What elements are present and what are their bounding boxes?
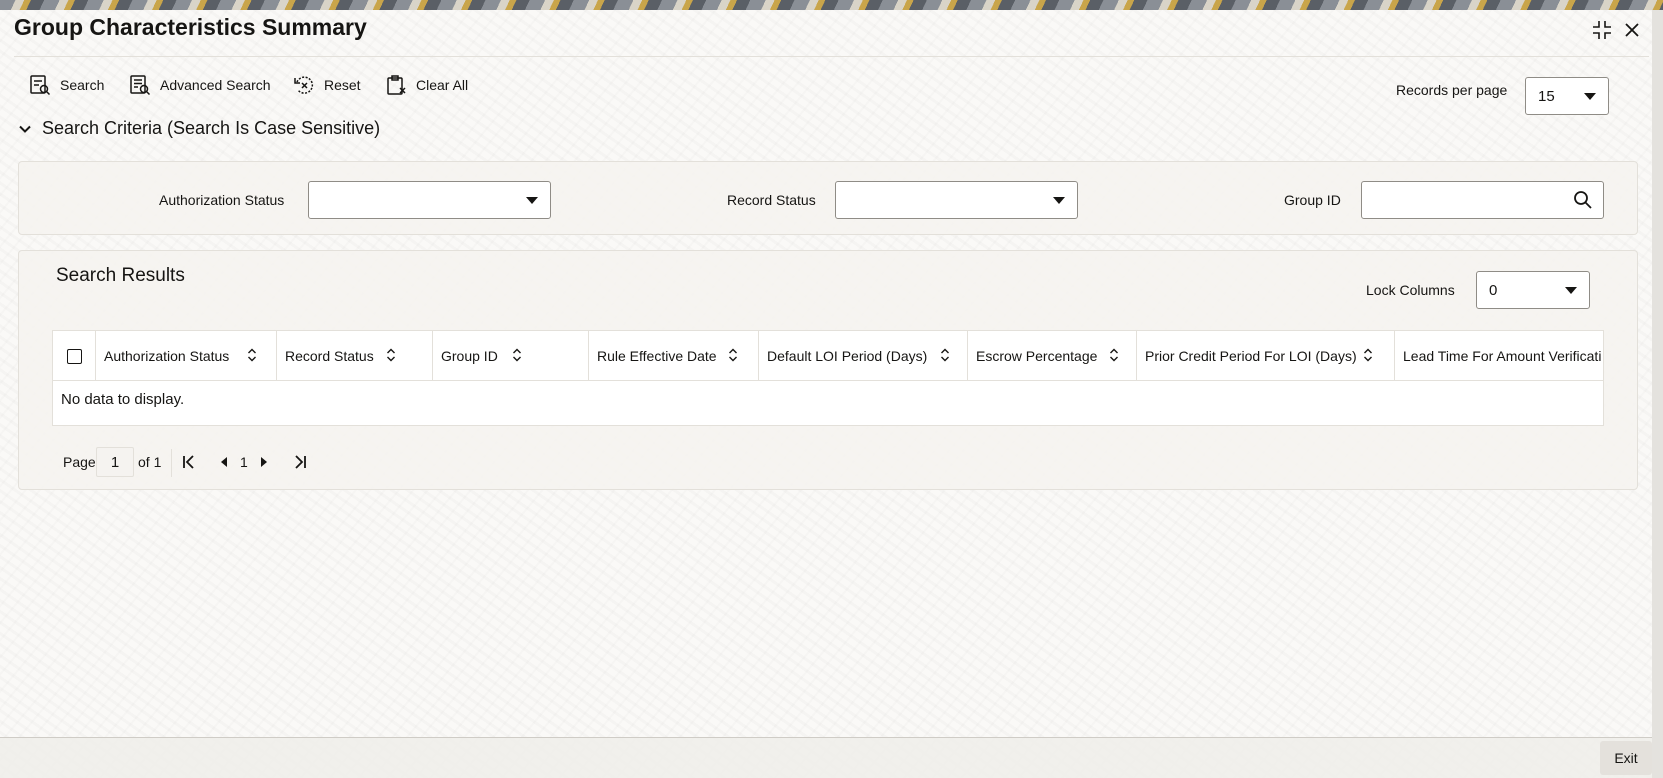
- group-id-label: Group ID: [1284, 192, 1341, 208]
- caret-left-icon: [221, 457, 227, 467]
- column-header-prior-credit-period[interactable]: Prior Credit Period For LOI (Days): [1137, 331, 1395, 381]
- select-all-cell: [53, 331, 96, 381]
- record-status-select[interactable]: [835, 181, 1078, 219]
- sort-icon: [248, 348, 256, 362]
- select-all-checkbox[interactable]: [67, 348, 82, 364]
- caret-right-icon: [261, 457, 267, 467]
- records-per-page-label: Records per page: [1396, 82, 1508, 98]
- search-button[interactable]: Search: [28, 68, 104, 102]
- previous-page-button[interactable]: [214, 452, 234, 472]
- sort-icon: [513, 348, 521, 362]
- advanced-search-button[interactable]: Advanced Search: [128, 68, 271, 102]
- search-criteria-header: Search Criteria (Search Is Case Sensitiv…: [42, 118, 381, 138]
- column-header-label: Group ID: [441, 348, 498, 364]
- column-header-label: Prior Credit Period For LOI (Days): [1145, 348, 1357, 364]
- header-divider: [14, 56, 1649, 57]
- clear-all-button[interactable]: Clear All: [384, 68, 468, 102]
- sort-icon: [387, 348, 395, 362]
- column-header-escrow-percentage[interactable]: Escrow Percentage: [968, 331, 1137, 381]
- close-icon: [1625, 23, 1639, 37]
- clear-all-button-label: Clear All: [416, 77, 469, 93]
- page-total-label: of 1: [138, 454, 162, 470]
- last-page-icon: [295, 455, 306, 469]
- column-header-label: Default LOI Period (Days): [767, 348, 928, 364]
- records-per-page-select[interactable]: 15: [1525, 77, 1609, 115]
- minimize-window-button[interactable]: [1588, 16, 1616, 44]
- current-page-input[interactable]: 1: [96, 447, 134, 477]
- window-gutter: [1652, 10, 1663, 778]
- advanced-search-button-label: Advanced Search: [160, 77, 271, 93]
- column-header-label: Escrow Percentage: [976, 348, 1098, 364]
- column-header-label: Authorization Status: [104, 348, 230, 364]
- first-page-icon: [183, 455, 194, 469]
- reset-button-label: Reset: [324, 77, 361, 93]
- chevron-down-icon: [1565, 287, 1577, 294]
- collapse-icon: [1593, 21, 1611, 39]
- column-header-authorization-status[interactable]: Authorization Status: [96, 331, 277, 381]
- search-button-label: Search: [60, 77, 105, 93]
- sort-icon: [941, 348, 949, 362]
- column-header-label: Lead Time For Amount Verificati: [1403, 348, 1602, 364]
- chevron-down-icon: [1584, 93, 1596, 100]
- clear-all-icon: [387, 75, 406, 95]
- column-header-rule-effective-date[interactable]: Rule Effective Date: [589, 331, 759, 381]
- lock-columns-value: 0: [1489, 281, 1498, 299]
- record-status-label: Record Status: [727, 192, 816, 208]
- chevron-down-icon: [526, 197, 538, 204]
- chevron-down-icon: [19, 125, 31, 133]
- first-page-button[interactable]: [179, 452, 199, 472]
- column-header-label: Rule Effective Date: [597, 348, 717, 364]
- authorization-status-select[interactable]: [308, 181, 551, 219]
- search-results-title: Search Results: [56, 265, 185, 286]
- column-header-group-id[interactable]: Group ID: [433, 331, 589, 381]
- search-criteria-toggle[interactable]: Search Criteria (Search Is Case Sensitiv…: [18, 118, 380, 139]
- column-header-lead-time-amount-verification[interactable]: Lead Time For Amount Verificati: [1395, 331, 1603, 381]
- next-page-button[interactable]: [254, 452, 274, 472]
- authorization-status-label: Authorization Status: [159, 192, 285, 208]
- empty-table-message: No data to display.: [61, 391, 185, 408]
- advanced-search-icon: [130, 75, 151, 96]
- reset-button[interactable]: Reset: [292, 68, 361, 102]
- search-icon[interactable]: [1573, 190, 1593, 210]
- pager-divider: [171, 449, 172, 477]
- chevron-down-icon: [1053, 197, 1065, 204]
- lock-columns-label: Lock Columns: [1366, 282, 1455, 298]
- search-form-icon: [30, 75, 51, 96]
- column-header-label: Record Status: [285, 348, 374, 364]
- last-page-button[interactable]: [290, 452, 310, 472]
- page-title: Group Characteristics Summary: [14, 14, 367, 40]
- close-window-button[interactable]: [1618, 16, 1646, 44]
- page-number: 1: [240, 454, 248, 470]
- table-header-row: Authorization Status Record Status Group…: [53, 331, 1603, 381]
- exit-button[interactable]: Exit: [1600, 741, 1652, 775]
- footer-bar: [0, 738, 1652, 778]
- records-per-page-value: 15: [1538, 87, 1555, 105]
- page-label: Page: [63, 454, 96, 470]
- sort-icon: [1110, 348, 1118, 362]
- search-results-table: Authorization Status Record Status Group…: [52, 330, 1604, 426]
- sort-icon: [1364, 348, 1372, 362]
- group-id-input[interactable]: [1361, 181, 1604, 219]
- top-banner: [0, 0, 1663, 10]
- column-header-record-status[interactable]: Record Status: [277, 331, 433, 381]
- lock-columns-select[interactable]: 0: [1476, 271, 1590, 309]
- column-header-default-loi-period[interactable]: Default LOI Period (Days): [759, 331, 968, 381]
- sort-icon: [729, 348, 737, 362]
- reset-icon: [294, 76, 314, 94]
